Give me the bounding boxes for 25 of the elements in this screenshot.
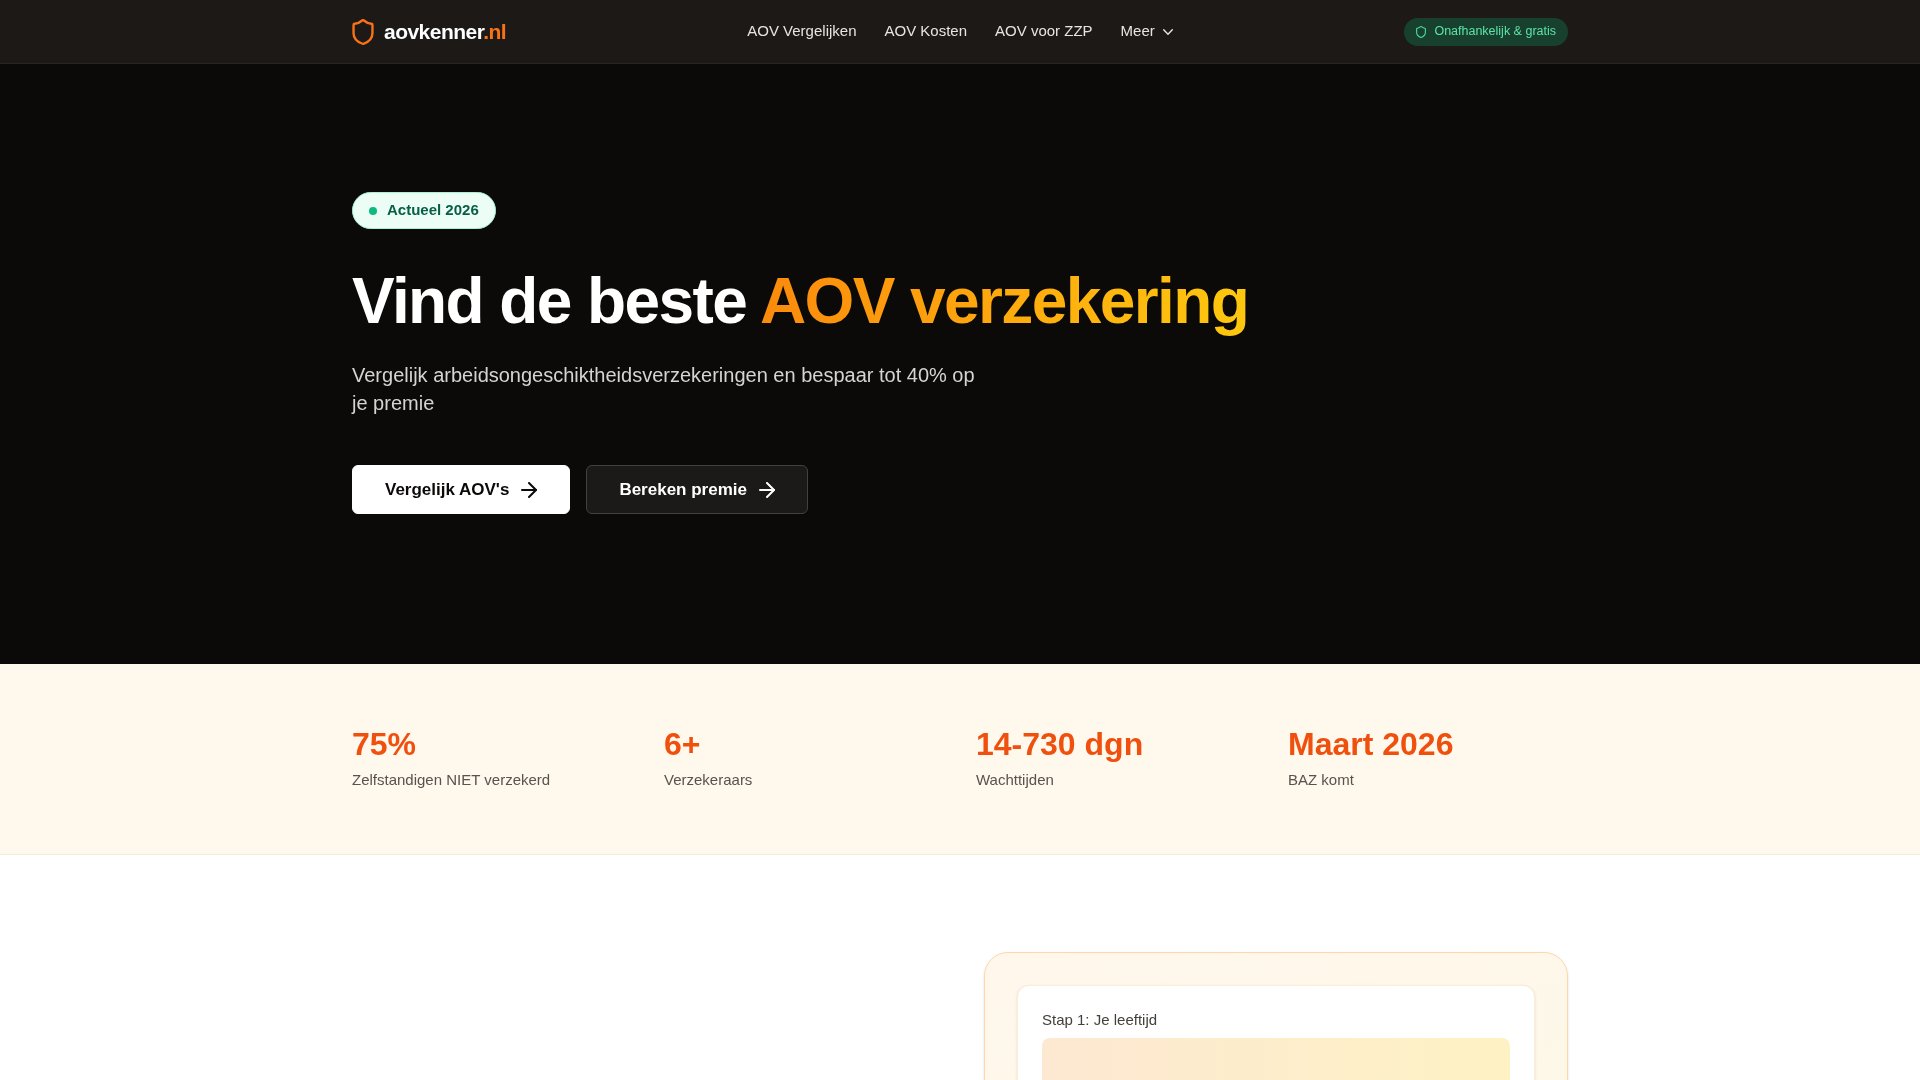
stat-value: Maart 2026 bbox=[1288, 725, 1455, 764]
shield-icon bbox=[352, 18, 374, 45]
stat-value: 75% bbox=[352, 725, 418, 764]
nav-menu-button[interactable]: Meer bbox=[1120, 20, 1173, 43]
stat-label: BAZ komt bbox=[1288, 770, 1355, 790]
nav-link[interactable]: AOV Vergelijken bbox=[747, 20, 857, 43]
badge-label: Onafhankelijk & gratis bbox=[1434, 23, 1556, 41]
stat-label: Verzekeraars bbox=[664, 770, 754, 790]
stat-label: Wachttijden bbox=[976, 770, 1055, 790]
badge-label: Actueel 2026 bbox=[387, 200, 479, 221]
logo-link[interactable]: aovkenner.nl bbox=[352, 15, 507, 48]
nav-link[interactable]: AOV voor ZZP bbox=[995, 20, 1093, 43]
stat-value: 14-730 dgn bbox=[976, 725, 1145, 764]
stat-value: 6+ bbox=[664, 725, 702, 764]
shield-icon bbox=[1416, 25, 1427, 38]
step-label: Stap 1: Je leeftijd bbox=[1042, 1010, 1159, 1030]
calculate-button[interactable]: Bereken premie bbox=[586, 465, 808, 514]
stat-label: Zelfstandigen NIET verzekerd bbox=[352, 770, 552, 790]
nav-link[interactable]: AOV Kosten bbox=[884, 20, 968, 43]
logo-text: aovkenner.nl bbox=[384, 18, 507, 45]
compare-button[interactable]: Vergelijk AOV's bbox=[352, 465, 571, 514]
arrow-right-icon bbox=[521, 481, 538, 498]
arrow-right-icon bbox=[758, 481, 775, 498]
chevron-down-icon bbox=[1162, 28, 1173, 35]
hero-subtitle: Vergelijk arbeidsongeschiktheidsverzekeringen en bespaar tot 40% op je premie bbox=[352, 363, 976, 416]
